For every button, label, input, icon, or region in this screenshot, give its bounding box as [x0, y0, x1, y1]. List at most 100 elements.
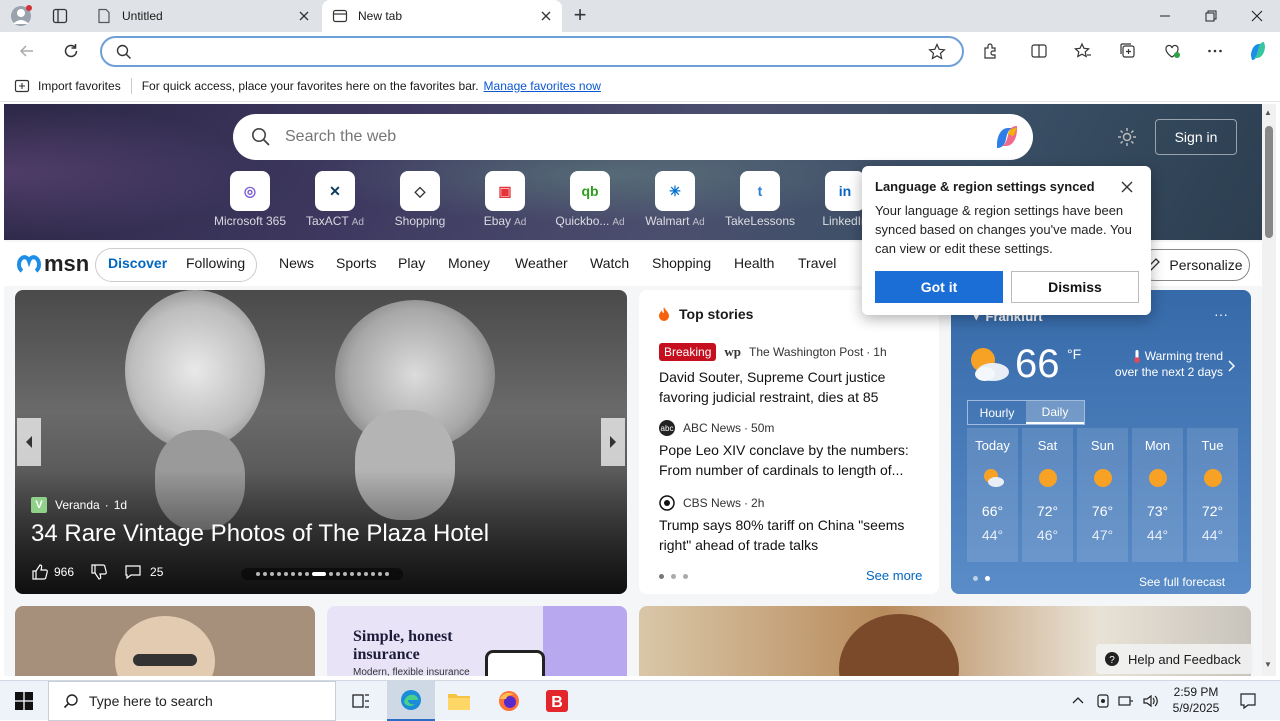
msn-logo[interactable]: msn: [16, 251, 89, 277]
weather-trend[interactable]: Warming trend over the next 2 days: [1111, 348, 1223, 380]
copilot-icon[interactable]: [992, 123, 1022, 151]
ad-card-insurance[interactable]: Simple, honest insurance Modern, flexibl…: [327, 606, 627, 676]
start-button[interactable]: [0, 681, 48, 721]
carousel-dot[interactable]: [262, 572, 267, 576]
profile-avatar[interactable]: [10, 5, 32, 27]
sign-in-button[interactable]: Sign in: [1155, 119, 1237, 155]
nav-link-weather[interactable]: Weather: [515, 255, 568, 271]
carousel-dot[interactable]: [377, 572, 382, 576]
task-view-icon[interactable]: [338, 681, 384, 721]
split-screen-icon[interactable]: [1024, 38, 1054, 64]
story-3-title[interactable]: Trump says 80% tariff on China "seems ri…: [659, 515, 921, 555]
carousel-dot[interactable]: [304, 572, 309, 576]
story-1-title[interactable]: David Souter, Supreme Court justice favo…: [659, 367, 921, 407]
carousel-prev-button[interactable]: [17, 418, 41, 466]
page-scrollbar[interactable]: ▲ ▼: [1262, 104, 1276, 676]
new-tab-button[interactable]: +: [568, 4, 592, 28]
back-button[interactable]: [12, 38, 42, 64]
weather-more-icon[interactable]: ···: [1214, 306, 1228, 322]
forecast-day[interactable]: Sat 72° 46°: [1022, 428, 1073, 562]
help-feedback-button[interactable]: ? Help and Feedback: [1096, 644, 1253, 674]
quick-link-4[interactable]: qb Quickbo... Ad: [545, 171, 635, 228]
carousel-next-button[interactable]: [601, 418, 625, 466]
news-card-photo[interactable]: [15, 606, 315, 676]
feature-title[interactable]: 34 Rare Vintage Photos of The Plaza Hote…: [31, 520, 489, 548]
quick-link-3[interactable]: ▣ Ebay Ad: [460, 171, 550, 228]
close-tab-icon[interactable]: [538, 8, 554, 24]
page-dot[interactable]: [683, 574, 688, 579]
tab-following[interactable]: Following: [186, 255, 245, 271]
chevron-right-icon[interactable]: [1227, 360, 1235, 372]
tab-untitled[interactable]: Untitled: [86, 0, 320, 32]
nav-link-play[interactable]: Play: [398, 255, 425, 271]
more-options-icon[interactable]: [1200, 38, 1230, 64]
carousel-dot[interactable]: [335, 572, 340, 576]
address-bar[interactable]: [100, 36, 964, 67]
close-icon[interactable]: [1120, 180, 1134, 194]
carousel-dot[interactable]: [370, 572, 375, 576]
restore-button[interactable]: [1188, 0, 1234, 32]
carousel-dot[interactable]: [356, 572, 361, 576]
dismiss-button[interactable]: Dismiss: [1011, 271, 1139, 303]
temp-unit[interactable]: °F: [1067, 346, 1081, 362]
minimize-button[interactable]: [1142, 0, 1188, 32]
page-dot[interactable]: [671, 574, 676, 579]
nav-link-money[interactable]: Money: [448, 255, 490, 271]
carousel-dot[interactable]: [349, 572, 354, 576]
notifications-icon[interactable]: [1239, 692, 1257, 710]
clock[interactable]: 2:59 PM 5/9/2025: [1164, 684, 1228, 716]
settings-gear-icon[interactable]: [1116, 126, 1138, 148]
feature-story-card[interactable]: V Veranda · 1d 34 Rare Vintage Photos of…: [15, 290, 627, 594]
web-search-box[interactable]: [233, 114, 1033, 160]
nav-link-sports[interactable]: Sports: [336, 255, 376, 271]
manage-favorites-link[interactable]: Manage favorites now: [484, 79, 601, 93]
file-explorer-icon[interactable]: [435, 681, 483, 721]
favorite-star-icon[interactable]: [928, 43, 946, 61]
volume-icon[interactable]: [1142, 693, 1160, 709]
story-2-title[interactable]: Pope Leo XIV conclave by the numbers: Fr…: [659, 440, 921, 480]
tray-chevron-up-icon[interactable]: [1071, 693, 1085, 707]
tab-new-tab[interactable]: New tab: [322, 0, 562, 32]
network-icon[interactable]: [1118, 693, 1134, 709]
nav-link-health[interactable]: Health: [734, 255, 774, 271]
nav-link-news[interactable]: News: [279, 255, 314, 271]
carousel-dot[interactable]: [269, 572, 274, 576]
forecast-day[interactable]: Today 66° 44°: [967, 428, 1018, 562]
carousel-dot[interactable]: [311, 572, 326, 576]
personalize-button[interactable]: Personalize: [1138, 249, 1250, 281]
quick-link-1[interactable]: ✕ TaxACT Ad: [290, 171, 380, 228]
taskbar-search-box[interactable]: Type here to search: [48, 681, 336, 721]
comment-icon[interactable]: [124, 563, 142, 581]
nav-link-watch[interactable]: Watch: [590, 255, 629, 271]
page-dot[interactable]: [659, 574, 664, 579]
carousel-dot[interactable]: [255, 572, 260, 576]
carousel-dot[interactable]: [297, 572, 302, 576]
import-favorites-button[interactable]: Import favorites: [38, 79, 121, 93]
browser-essentials-icon[interactable]: [1157, 38, 1187, 64]
nav-link-shopping[interactable]: Shopping: [652, 255, 711, 271]
scroll-down-icon[interactable]: ▼: [1264, 660, 1272, 669]
got-it-button[interactable]: Got it: [875, 271, 1003, 303]
carousel-dot[interactable]: [363, 572, 368, 576]
quick-link-5[interactable]: ✳ Walmart Ad: [630, 171, 720, 228]
see-full-forecast-link[interactable]: See full forecast: [1139, 575, 1225, 589]
like-icon[interactable]: [31, 563, 49, 581]
scrollbar-thumb[interactable]: [1265, 126, 1273, 238]
page-dot[interactable]: [973, 576, 978, 581]
tray-device-icon[interactable]: [1095, 693, 1111, 709]
forecast-day[interactable]: Tue 72° 44°: [1187, 428, 1238, 562]
copilot-icon[interactable]: [1243, 38, 1273, 64]
close-tab-icon[interactable]: [296, 8, 312, 24]
tab-actions-icon[interactable]: [52, 8, 68, 24]
nav-link-travel[interactable]: Travel: [798, 255, 836, 271]
page-dot[interactable]: [985, 576, 990, 581]
hourly-toggle[interactable]: Hourly: [968, 401, 1026, 424]
see-more-link[interactable]: See more: [866, 568, 922, 583]
import-icon[interactable]: [14, 78, 30, 94]
carousel-dot[interactable]: [384, 572, 389, 576]
firefox-icon[interactable]: [485, 681, 533, 721]
dislike-icon[interactable]: [90, 563, 108, 581]
quick-link-6[interactable]: t TakeLessons: [715, 171, 805, 228]
refresh-button[interactable]: [56, 38, 86, 64]
close-window-button[interactable]: [1234, 0, 1280, 32]
